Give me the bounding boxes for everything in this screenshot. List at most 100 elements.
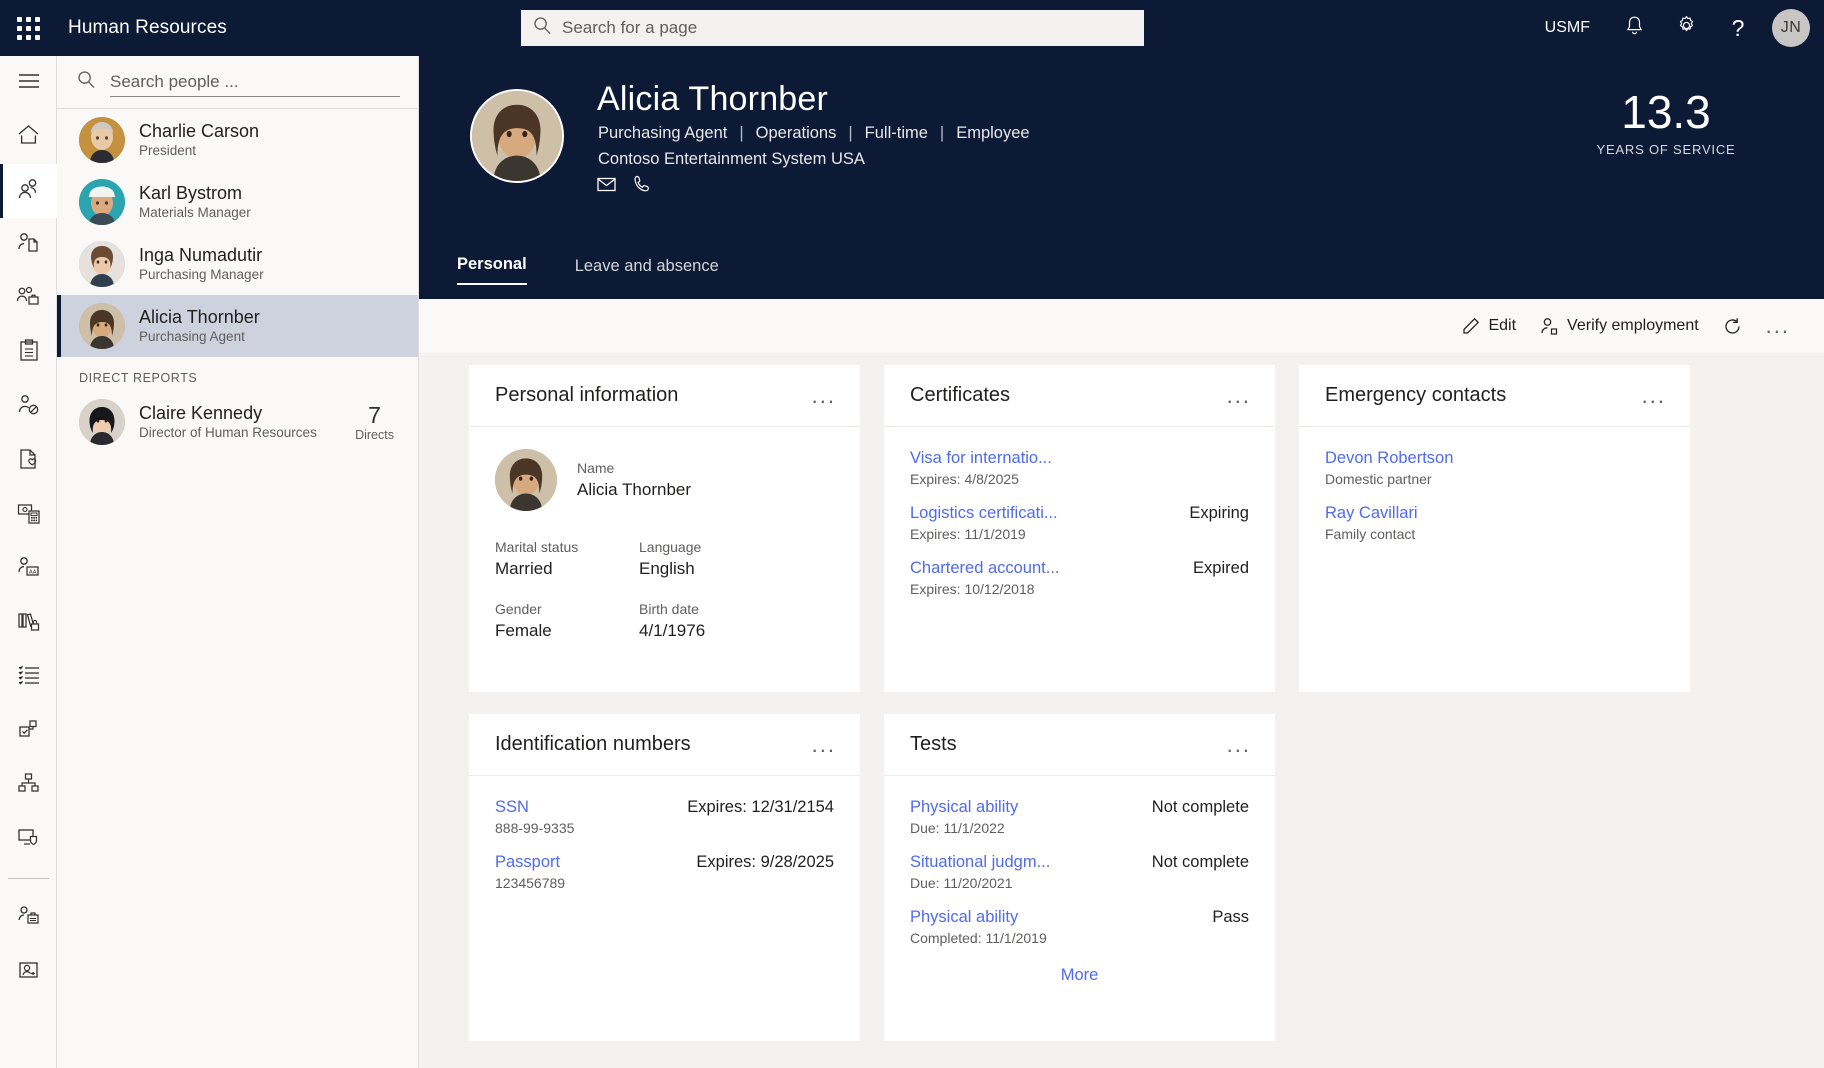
sidebar-item-benefits[interactable] [0, 434, 57, 488]
list-item-subtext: Expires: 11/1/2019 [910, 524, 1249, 544]
direct-reports-label: DIRECT REPORTS [57, 357, 418, 391]
sidebar-item-recruiting[interactable] [0, 891, 57, 945]
page-search-box[interactable] [521, 10, 1144, 46]
sidebar-item-courses[interactable] [0, 596, 57, 650]
list-item-top: Passport Expires: 9/28/2025 [495, 853, 834, 872]
test-link[interactable]: Situational judgm... [910, 853, 1050, 872]
years-of-service-value: 13.3 [1556, 86, 1776, 138]
list-item-top: Situational judgm... Not complete [910, 853, 1249, 872]
person-verify-icon [1540, 317, 1559, 336]
list-item-subtext: 888-99-9335 [495, 818, 834, 838]
sidebar-item-workers[interactable] [0, 164, 57, 218]
contact-link[interactable]: Ray Cavillari [1325, 504, 1418, 523]
person-info: Karl Bystrom Materials Manager [139, 182, 418, 222]
sidebar-item-competencies[interactable]: AA [0, 542, 57, 596]
identification-link[interactable]: SSN [495, 798, 529, 817]
list-item-top: Ray Cavillari [1325, 504, 1664, 523]
page-search-input[interactable] [562, 18, 1132, 38]
field-value: 4/1/1976 [639, 619, 834, 643]
company-selector[interactable]: USMF [1527, 19, 1608, 37]
left-icon-rail: AA [0, 56, 57, 1068]
tab-personal[interactable]: Personal [457, 255, 527, 285]
list-item-person-selected[interactable]: Alicia Thornber Purchasing Agent [57, 295, 418, 357]
certificate-link[interactable]: Logistics certificati... [910, 504, 1058, 523]
user-avatar[interactable]: JN [1772, 9, 1810, 47]
edit-button[interactable]: Edit [1450, 311, 1528, 341]
edit-label: Edit [1488, 317, 1516, 335]
people-search-input[interactable] [110, 72, 400, 92]
list-item-person[interactable]: Charlie Carson President [57, 109, 418, 171]
sidebar-item-compliance[interactable] [0, 812, 57, 866]
sidebar-item-positions[interactable] [0, 704, 57, 758]
test-link[interactable]: Physical ability [910, 798, 1018, 817]
person-title: Materials Manager [139, 204, 418, 222]
employee-meta: Purchasing Agent | Operations | Full-tim… [598, 124, 1030, 143]
directs-number: 7 [355, 402, 394, 428]
certificate-link[interactable]: Visa for internatio... [910, 449, 1052, 468]
list-item-subtext: 123456789 [495, 873, 834, 893]
certificate-link[interactable]: Chartered account... [910, 559, 1060, 578]
person-info: Alicia Thornber Purchasing Agent [139, 306, 418, 346]
sidebar-item-teams[interactable] [0, 272, 57, 326]
notifications-button[interactable] [1608, 0, 1660, 56]
list-item-direct-report[interactable]: Claire Kennedy Director of Human Resourc… [57, 391, 418, 453]
card-header: Personal information ... [469, 365, 860, 427]
tab-leave-and-absence[interactable]: Leave and absence [575, 257, 719, 285]
refresh-button[interactable] [1711, 311, 1754, 342]
identification-link[interactable]: Passport [495, 853, 560, 872]
card-header: Tests ... [884, 714, 1275, 776]
svg-text:AA: AA [29, 569, 37, 575]
list-item-person[interactable]: Karl Bystrom Materials Manager [57, 171, 418, 233]
more-link[interactable]: More [910, 966, 1249, 985]
rail-divider [8, 878, 49, 879]
field-label: Birth date [639, 599, 834, 619]
phone-icon[interactable] [634, 175, 651, 193]
sidebar-item-home[interactable] [0, 110, 57, 164]
sidebar-item-transfers[interactable] [0, 945, 57, 999]
card-overflow-button[interactable]: ... [812, 740, 836, 750]
field-label: Gender [495, 599, 639, 619]
avatar [79, 303, 125, 349]
card-overflow-button[interactable]: ... [812, 391, 836, 401]
team-briefcase-icon [16, 286, 41, 313]
field-label: Marital status [495, 537, 639, 557]
card-body: Devon Robertson Domestic partner Ray Cav… [1299, 427, 1690, 544]
card-tests: Tests ... Physical ability Not complete … [884, 714, 1275, 1041]
settings-button[interactable] [1660, 0, 1712, 56]
field-value: English [639, 557, 834, 581]
hamburger-menu-icon [18, 73, 40, 94]
sidebar-item-employment[interactable] [0, 218, 57, 272]
card-overflow-button[interactable]: ... [1227, 740, 1251, 750]
meta-separator: | [928, 124, 956, 143]
sidebar-item-menu[interactable] [0, 56, 57, 110]
contact-link[interactable]: Devon Robertson [1325, 449, 1453, 468]
sidebar-item-lists[interactable] [0, 650, 57, 704]
test-link[interactable]: Physical ability [910, 908, 1018, 927]
sidebar-item-tasks[interactable] [0, 326, 57, 380]
hierarchy-icon [17, 772, 40, 798]
people-search-box[interactable] [57, 56, 418, 108]
status-badge: Expiring [1189, 504, 1249, 523]
verify-employment-button[interactable]: Verify employment [1528, 311, 1711, 342]
employee-legal-entity: Contoso Entertainment System USA [598, 150, 865, 169]
card-title: Personal information [495, 384, 678, 407]
mail-icon[interactable] [597, 177, 616, 192]
person-job-icon [17, 905, 41, 932]
app-launcher-button[interactable] [0, 0, 56, 56]
field-gender: Gender Female [495, 599, 639, 643]
personal-fields-grid: Marital status Married Language English … [495, 537, 834, 643]
card-row-top: Personal information ... Name Alicia Tho… [469, 365, 1824, 692]
card-title: Tests [910, 733, 957, 756]
card-overflow-button[interactable]: ... [1642, 391, 1666, 401]
sidebar-item-payroll[interactable] [0, 488, 57, 542]
verify-employment-label: Verify employment [1567, 317, 1699, 335]
sidebar-item-terminations[interactable] [0, 380, 57, 434]
expiry-text: Expires: 12/31/2154 [687, 798, 834, 817]
help-button[interactable]: ? [1712, 0, 1764, 56]
document-heart-icon [18, 448, 40, 475]
list-item-person[interactable]: Inga Numadutir Purchasing Manager [57, 233, 418, 295]
question-icon: ? [1732, 15, 1745, 42]
command-bar-overflow-button[interactable]: ... [1754, 315, 1802, 337]
card-overflow-button[interactable]: ... [1227, 391, 1251, 401]
sidebar-item-org-structure[interactable] [0, 758, 57, 812]
